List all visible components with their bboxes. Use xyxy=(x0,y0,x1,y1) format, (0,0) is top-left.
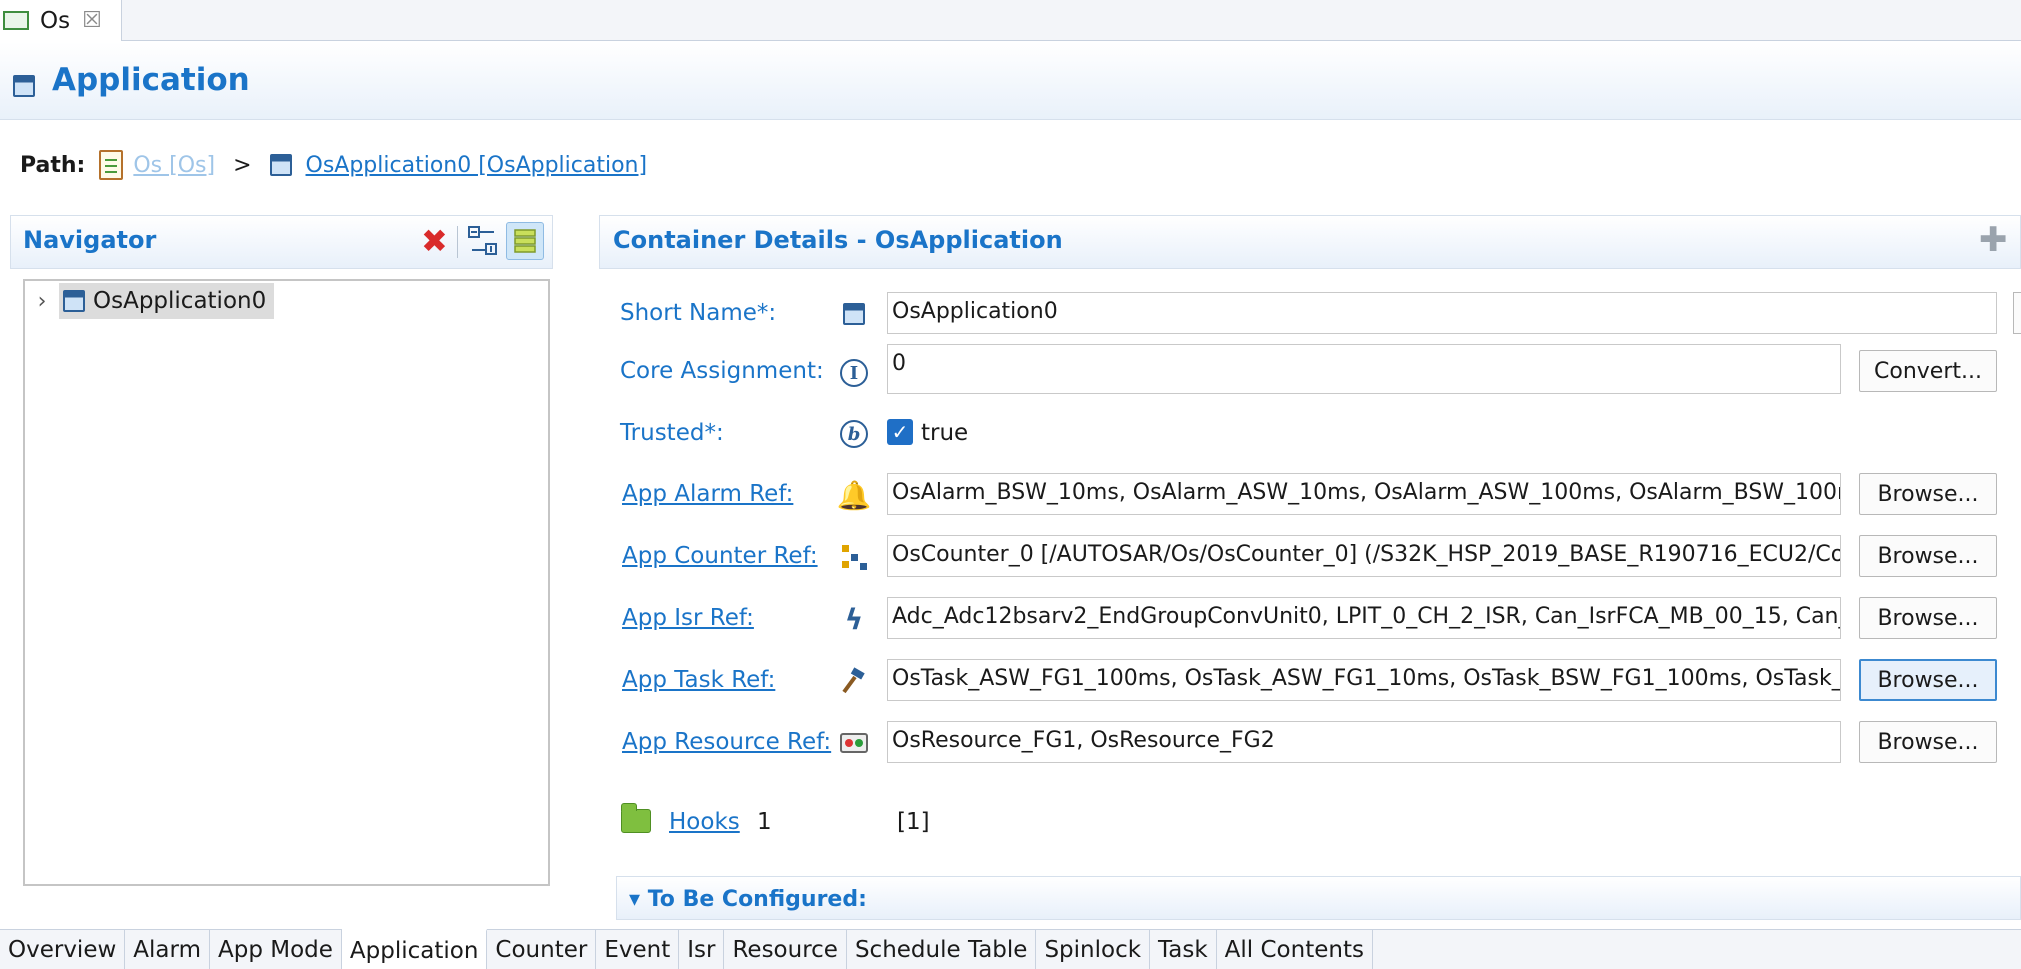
app-alarm-ref-browse-button[interactable]: Browse... xyxy=(1859,473,1997,515)
app-counter-ref-browse-button[interactable]: Browse... xyxy=(1859,535,1997,577)
trusted-checkbox[interactable]: ✓ xyxy=(887,419,913,445)
tree-item-osapplication0[interactable]: › OsApplication0 xyxy=(25,281,275,321)
breadcrumb-osapplication-link[interactable]: OsApplication0 [OsApplication] xyxy=(306,153,648,178)
app-task-ref-row: App Task Ref: OsTask_ASW_FG1_100ms, OsTa… xyxy=(599,659,2021,703)
trusted-row: Trusted*: b ✓ true xyxy=(599,412,2021,456)
page-title: Application xyxy=(52,62,250,98)
tab-resource[interactable]: Resource xyxy=(724,930,847,969)
app-task-ref-link[interactable]: App Task Ref: xyxy=(622,667,775,693)
app-counter-ref-input[interactable]: OsCounter_0 [/AUTOSAR/Os/OsCounter_0] (/… xyxy=(887,535,1841,577)
app-isr-ref-input[interactable]: Adc_Adc12bsarv2_EndGroupConvUnit0, LPIT_… xyxy=(887,597,1841,639)
tab-schedule-table[interactable]: Schedule Table xyxy=(847,930,1037,969)
app-counter-ref-row: App Counter Ref: OsCounter_0 [/AUTOSAR/O… xyxy=(599,535,2021,579)
expand-collapse-icon[interactable] xyxy=(466,224,500,258)
app-isr-ref-row: App Isr Ref: ϟ Adc_Adc12bsarv2_EndGroupC… xyxy=(599,597,2021,641)
list-view-icon[interactable] xyxy=(506,222,544,260)
app-resource-ref-input[interactable]: OsResource_FG1, OsResource_FG2 xyxy=(887,721,1841,763)
folder-icon xyxy=(621,803,651,833)
boolean-type-icon: b xyxy=(839,419,869,449)
resource-icon xyxy=(839,728,869,758)
breadcrumb-separator: > xyxy=(233,152,252,178)
short-name-label: Short Name*: xyxy=(620,300,777,326)
tab-task[interactable]: Task xyxy=(1150,930,1217,969)
tab-overview[interactable]: Overview xyxy=(0,930,126,969)
core-assignment-input[interactable]: 0 xyxy=(887,344,1841,394)
short-name-side-button[interactable] xyxy=(2013,292,2021,334)
container-icon xyxy=(63,290,85,312)
tab-alarm[interactable]: Alarm xyxy=(125,930,210,969)
tab-all-contents[interactable]: All Contents xyxy=(1217,930,1373,969)
container-icon xyxy=(13,75,35,97)
lightning-icon: ϟ xyxy=(844,602,864,636)
triangle-down-icon[interactable]: ▾ xyxy=(629,887,640,912)
hooks-count: 1 xyxy=(757,809,772,835)
breadcrumb-os-link[interactable]: Os [Os] xyxy=(133,153,215,178)
app-task-ref-browse-button[interactable]: Browse... xyxy=(1859,659,1997,701)
to-be-configured-label: ▾ To Be Configured: xyxy=(629,887,867,912)
bottom-tab-bar: Overview Alarm App Mode Application Coun… xyxy=(0,929,2021,969)
toolbar-divider xyxy=(457,226,458,258)
short-name-row: Short Name*: OsApplication0 xyxy=(599,292,2021,336)
tab-counter[interactable]: Counter xyxy=(487,930,597,969)
app-isr-ref-browse-button[interactable]: Browse... xyxy=(1859,597,1997,639)
editor-tab-label: Os xyxy=(40,7,71,34)
module-config-icon xyxy=(99,150,124,180)
app-alarm-ref-input[interactable]: OsAlarm_BSW_10ms, OsAlarm_ASW_10ms, OsAl… xyxy=(887,473,1841,515)
trusted-label: Trusted*: xyxy=(620,420,724,446)
hammer-icon xyxy=(839,666,869,696)
editor-tab-os[interactable]: Os ☒ xyxy=(0,0,122,41)
container-details-title: Container Details - OsApplication xyxy=(613,226,1063,254)
tab-app-mode[interactable]: App Mode xyxy=(210,930,342,969)
navigator-panel: Navigator ✖ › OsApplication0 xyxy=(10,215,553,890)
app-counter-ref-link[interactable]: App Counter Ref: xyxy=(622,543,818,569)
to-be-configured-title: To Be Configured: xyxy=(647,887,867,912)
app-task-ref-input[interactable]: OsTask_ASW_FG1_100ms, OsTask_ASW_FG1_10m… xyxy=(887,659,1841,701)
editor-tab-strip: Os ☒ xyxy=(0,0,2021,41)
short-name-input[interactable]: OsApplication0 xyxy=(887,292,1997,334)
app-alarm-ref-link[interactable]: App Alarm Ref: xyxy=(622,481,793,507)
integer-type-icon: I xyxy=(839,358,869,388)
app-alarm-ref-row: App Alarm Ref: 🔔 OsAlarm_BSW_10ms, OsAla… xyxy=(599,473,2021,517)
container-details-panel: Container Details - OsApplication ✚ Shor… xyxy=(599,215,2021,920)
tab-application[interactable]: Application xyxy=(341,929,488,969)
counter-icon xyxy=(839,542,869,572)
add-icon[interactable]: ✚ xyxy=(1979,220,2008,260)
tab-isr[interactable]: Isr xyxy=(679,930,725,969)
tab-spinlock[interactable]: Spinlock xyxy=(1036,930,1151,969)
container-details-header: Container Details - OsApplication ✚ xyxy=(599,215,2021,269)
to-be-configured-section[interactable]: ▾ To Be Configured: xyxy=(616,876,2021,920)
page-header: Application xyxy=(0,42,2021,120)
app-resource-ref-row: App Resource Ref: OsResource_FG1, OsReso… xyxy=(599,721,2021,765)
core-assignment-label: Core Assignment: xyxy=(620,358,824,384)
core-assignment-row: Core Assignment: I 0 Convert... xyxy=(599,344,2021,394)
tree-item-label: OsApplication0 xyxy=(93,288,267,314)
close-icon[interactable]: ☒ xyxy=(82,8,102,33)
os-editor-icon xyxy=(3,11,29,30)
remove-icon[interactable]: ✖ xyxy=(421,222,448,260)
navigator-header: Navigator ✖ xyxy=(10,215,553,269)
container-icon xyxy=(839,299,869,329)
app-resource-ref-browse-button[interactable]: Browse... xyxy=(1859,721,1997,763)
container-icon xyxy=(269,154,292,176)
hooks-multiplicity: [1] xyxy=(897,809,930,835)
path-label: Path: xyxy=(20,152,86,178)
convert-button[interactable]: Convert... xyxy=(1859,350,1997,392)
navigator-title: Navigator xyxy=(23,226,157,254)
chevron-right-icon[interactable]: › xyxy=(25,289,59,314)
app-isr-ref-link[interactable]: App Isr Ref: xyxy=(622,605,754,631)
bell-icon: 🔔 xyxy=(836,478,872,512)
breadcrumb: Path: Os [Os] > OsApplication0 [OsApplic… xyxy=(20,150,647,180)
navigator-tree[interactable]: › OsApplication0 xyxy=(23,279,550,886)
tab-event[interactable]: Event xyxy=(596,930,680,969)
hooks-link[interactable]: Hooks xyxy=(669,809,740,835)
app-resource-ref-link[interactable]: App Resource Ref: xyxy=(622,729,831,755)
tree-item-selected[interactable]: OsApplication0 xyxy=(59,283,275,319)
trusted-value: true xyxy=(921,420,969,446)
